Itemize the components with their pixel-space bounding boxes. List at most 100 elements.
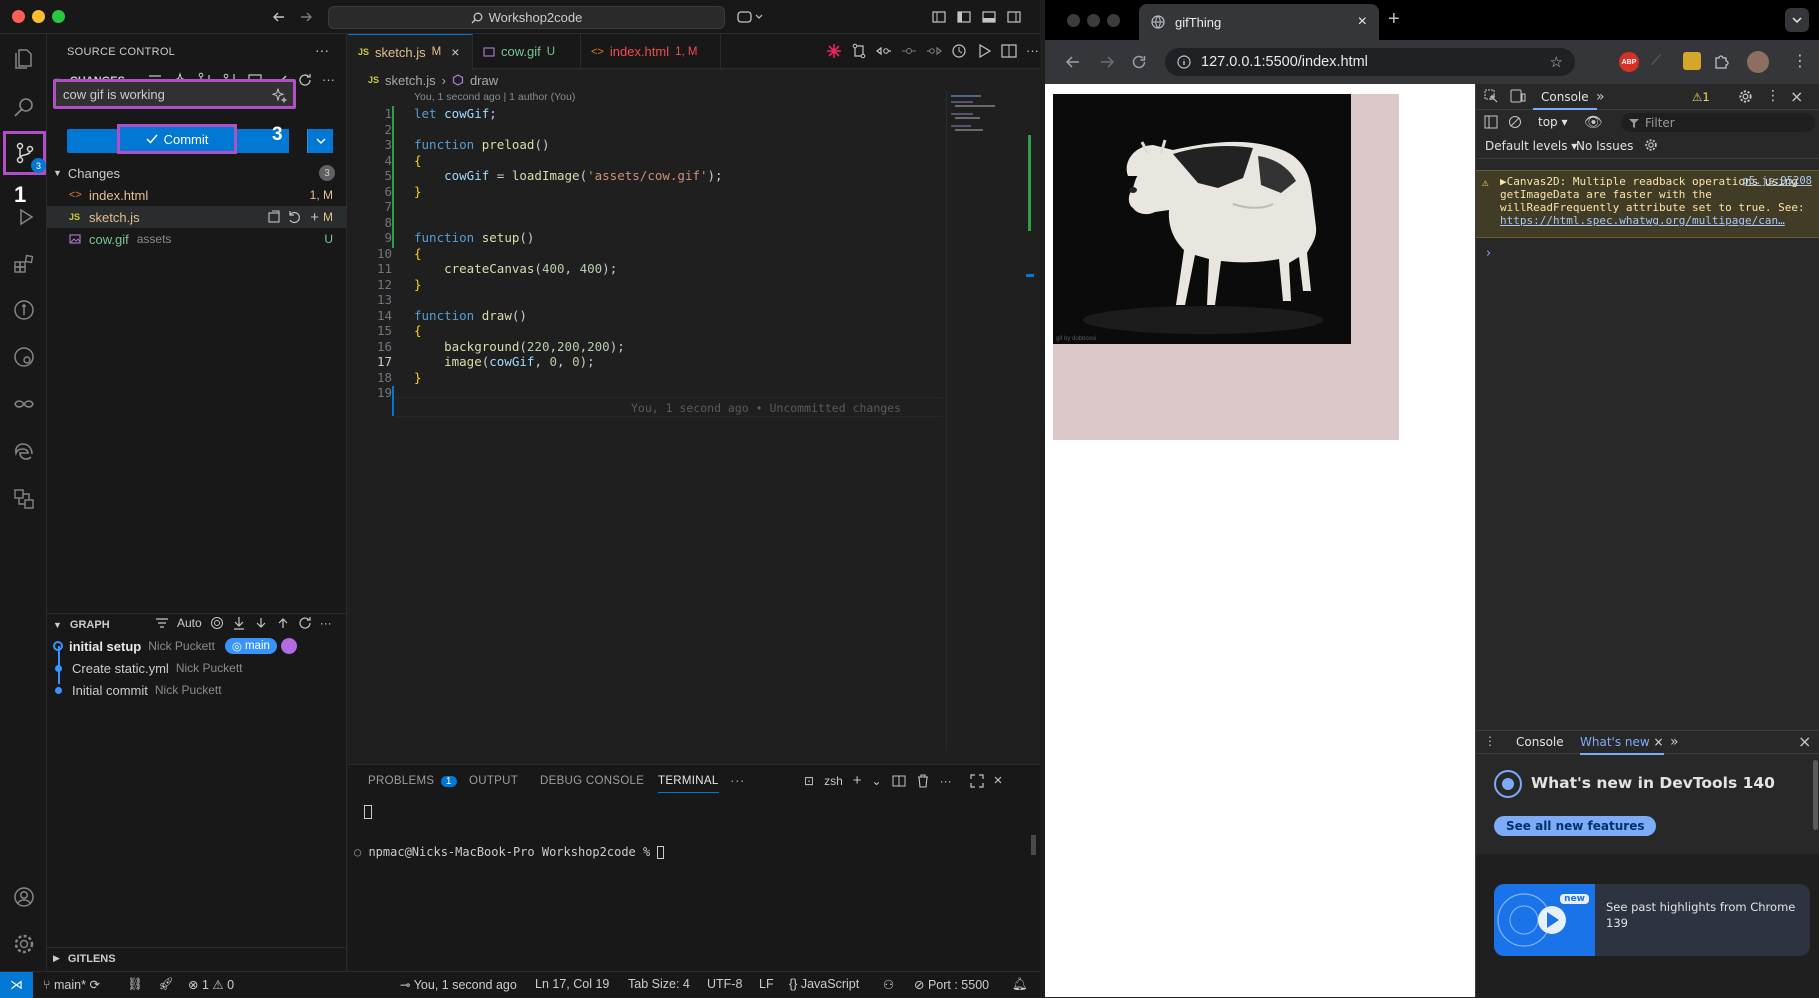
stage-changes-icon[interactable]: + [310, 209, 319, 226]
warning-counter[interactable]: ⚠1 [1692, 90, 1710, 104]
profile-avatar[interactable] [1747, 51, 1769, 73]
live-share-icon[interactable] [0, 381, 47, 427]
browser-tab[interactable]: gifThing × [1139, 4, 1379, 40]
customize-devtools-icon[interactable]: ⋮ [1766, 88, 1780, 104]
split-terminal-icon[interactable] [892, 774, 906, 788]
changes-group-header[interactable]: ▼ Changes 3 [47, 162, 347, 184]
branch-indicator[interactable]: ⑂ main* ⟳ [43, 977, 100, 992]
gitlens-icon[interactable] [0, 287, 47, 333]
code-line[interactable]: } [414, 277, 422, 292]
back-arrow-icon[interactable] [270, 8, 288, 26]
gitlens-inspect-icon[interactable] [0, 334, 47, 380]
spec-link[interactable]: https://html.spec.whatwg.org/multipage/c… [1500, 214, 1785, 227]
highlight-card[interactable]: new See past highlights from Chrome 139 [1494, 884, 1810, 956]
end-of-line[interactable]: LF [759, 977, 774, 991]
more-panel-tabs-icon[interactable]: ··· [730, 772, 745, 788]
code-line[interactable]: createCanvas(400, 400); [414, 261, 617, 276]
site-info-icon[interactable] [1177, 55, 1191, 69]
problems-indicator[interactable]: ⊗ 1 ⚠ 0 [188, 977, 234, 992]
new-tab-icon[interactable]: + [1388, 8, 1400, 31]
extension-icon[interactable] [1683, 52, 1701, 70]
drawer-scrollbar[interactable] [1813, 760, 1818, 830]
close-drawer-icon[interactable]: × [1798, 732, 1811, 751]
context-selector[interactable]: top ▾ [1538, 115, 1568, 129]
new-terminal-icon[interactable]: + [853, 772, 862, 789]
split-editor-icon[interactable] [1001, 43, 1017, 59]
more-tabs-icon[interactable]: » [1670, 734, 1679, 750]
commit-icon[interactable] [901, 43, 917, 59]
codelens-blame[interactable]: You, 1 second ago | 1 author (You) [414, 91, 575, 103]
file-row-sketch-js[interactable]: JS sketch.js + M [47, 206, 347, 228]
filter-icon[interactable] [155, 616, 169, 630]
generate-commit-sparkle-icon[interactable] [271, 87, 287, 103]
commit-message-input[interactable]: cow gif is working [53, 79, 296, 109]
inspect-element-icon[interactable] [1484, 89, 1498, 103]
more-actions-icon[interactable]: ··· [320, 616, 332, 630]
minimize-window-button[interactable] [32, 10, 45, 23]
timeline-icon[interactable] [951, 43, 967, 59]
close-devtools-icon[interactable]: × [1790, 87, 1803, 106]
maximize-panel-icon[interactable] [969, 773, 984, 788]
see-all-features-button[interactable]: See all new features [1494, 816, 1657, 836]
run-icon[interactable] [976, 43, 992, 59]
close-window-button[interactable] [12, 10, 25, 23]
code-line[interactable]: function preload() [414, 137, 550, 152]
device-toolbar-icon[interactable] [1510, 89, 1526, 103]
drawer-menu-icon[interactable]: ⋮ [1484, 734, 1496, 748]
rocket-icon[interactable]: 🚀︎ [158, 977, 174, 992]
live-server-port[interactable]: ⊘ Port : 5500 [914, 977, 989, 992]
run-debug-icon[interactable] [0, 194, 47, 240]
tab-terminal[interactable]: TERMINAL [658, 775, 719, 793]
tab-console[interactable]: Console [1533, 84, 1597, 110]
notifications-bell-icon[interactable]: 🔔︎ [1012, 977, 1028, 992]
editor-scrollbar[interactable] [1026, 91, 1034, 751]
p5-sparkle-icon[interactable] [826, 43, 842, 59]
reload-icon[interactable] [1131, 54, 1147, 70]
close-tab-icon[interactable]: × [1654, 735, 1664, 749]
clear-console-icon[interactable] [1508, 115, 1522, 129]
more-actions-icon[interactable]: ··· [322, 72, 335, 88]
console-filter-input[interactable]: Filter [1621, 113, 1815, 132]
terminal-scrollbar[interactable] [1031, 835, 1036, 855]
close-window-button[interactable] [1067, 14, 1080, 27]
graph-auto-toggle[interactable]: Auto [177, 616, 202, 630]
back-arrow-icon[interactable] [1065, 54, 1081, 70]
drawer-tab-whats-new[interactable]: What's new × [1580, 731, 1664, 755]
encoding[interactable]: UTF-8 [707, 977, 742, 991]
tab-problems[interactable]: PROBLEMS 1 [368, 775, 457, 787]
copilot-icon[interactable] [735, 8, 765, 26]
expand-arrow-icon[interactable]: ▶ [1500, 175, 1507, 188]
tab-size[interactable]: Tab Size: 4 [628, 977, 690, 991]
more-actions-icon[interactable]: ··· [940, 774, 952, 788]
tab-debug-console[interactable]: DEBUG CONSOLE [540, 775, 644, 787]
terminal-line[interactable]: ○ npmac@Nicks-MacBook-Pro Workshop2code … [354, 845, 665, 859]
gitlens-section-header[interactable]: ▶ GITLENS [47, 947, 347, 969]
kill-terminal-trash-icon[interactable] [916, 773, 930, 788]
log-levels-dropdown[interactable]: Default levels ▾ [1485, 139, 1577, 153]
code-line[interactable]: background(220,200,200); [414, 339, 625, 354]
chevron-down-icon[interactable]: ⌄ [872, 774, 882, 788]
close-tab-icon[interactable]: × [451, 44, 459, 60]
tab-sketch-js[interactable]: JS sketch.js M × [348, 34, 473, 69]
adblock-extension-icon[interactable]: ABP [1619, 52, 1639, 72]
cursor-position[interactable]: Ln 17, Col 19 [535, 977, 609, 991]
toggle-secondary-sidebar-icon[interactable] [1005, 8, 1023, 26]
code-line[interactable]: { [414, 246, 422, 261]
issues-counter[interactable]: No Issues [1576, 139, 1633, 153]
search-view-icon[interactable] [0, 84, 47, 130]
address-bar[interactable]: 127.0.0.1:5500/index.html ☆ [1165, 48, 1575, 76]
accounts-icon[interactable] [0, 874, 47, 920]
code-line[interactable]: cowGif = loadImage('assets/cow.gif'); [414, 168, 722, 183]
target-icon[interactable] [210, 616, 224, 630]
fetch-icon[interactable] [232, 616, 246, 630]
code-line[interactable]: let cowGif; [414, 106, 497, 121]
close-panel-icon[interactable]: × [994, 772, 1003, 789]
code-line[interactable]: function setup() [414, 230, 534, 245]
console-prompt-arrow-icon[interactable]: › [1486, 246, 1491, 261]
message-source-link[interactable]: p5.js:95208 [1742, 175, 1812, 188]
source-control-icon[interactable]: 3 [3, 131, 46, 175]
disabled-extension-icon[interactable]: ⟋ [1651, 52, 1671, 72]
open-file-icon[interactable] [267, 210, 281, 224]
code-line[interactable]: image(cowGif, 0, 0); [414, 354, 595, 369]
previous-revision-icon[interactable] [876, 43, 892, 59]
